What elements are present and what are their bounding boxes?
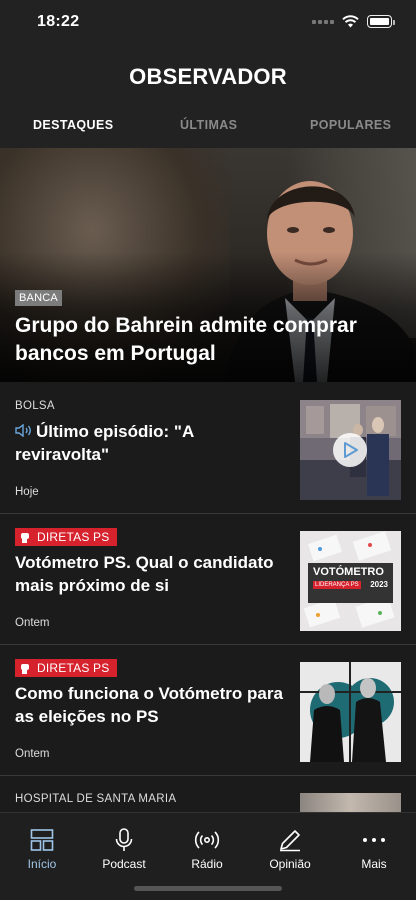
tabbar-item-podcast[interactable]: Podcast <box>89 827 159 871</box>
home-grid-icon <box>30 829 54 851</box>
article-title[interactable]: Como funciona o Votómetro para as eleiçõ… <box>15 682 290 728</box>
tabbar-item-inicio[interactable]: Início <box>7 827 77 871</box>
more-icon <box>363 838 385 842</box>
list-item[interactable]: BOLSA Último episódio: "A reviravolta" H… <box>0 383 416 514</box>
play-icon[interactable] <box>340 440 360 460</box>
tab-destaques[interactable]: DESTAQUES <box>33 118 113 132</box>
hero-title[interactable]: Grupo do Bahrein admite comprar bancos e… <box>15 312 405 368</box>
cellular-signal-icon <box>312 19 334 24</box>
article-time: Ontem <box>15 748 50 760</box>
tabbar-item-opiniao[interactable]: Opinião <box>255 827 325 871</box>
status-icons <box>312 15 395 28</box>
live-badge: DIRETAS PS <box>15 659 118 677</box>
wifi-icon <box>342 15 359 28</box>
hero-category-badge: BANCA <box>15 290 62 306</box>
speaker-icon <box>15 423 31 438</box>
article-time: Ontem <box>15 617 50 629</box>
candidates-photo <box>300 662 401 762</box>
pen-icon <box>280 830 300 852</box>
article-thumbnail[interactable] <box>300 662 401 762</box>
fist-icon <box>21 533 29 543</box>
tab-populares[interactable]: POPULARES <box>310 118 391 132</box>
tabbar-item-mais[interactable]: Mais <box>339 827 409 871</box>
fist-icon <box>21 664 29 674</box>
header: OBSERVADOR DESTAQUES ÚLTIMAS POPULARES <box>0 46 416 148</box>
section-tabs: DESTAQUES ÚLTIMAS POPULARES <box>0 118 416 138</box>
article-title[interactable]: Último episódio: "A reviravolta" <box>15 420 290 466</box>
tabbar-item-radio[interactable]: Rádio <box>172 827 242 871</box>
home-indicator[interactable] <box>134 886 282 891</box>
list-item[interactable]: HOSPITAL DE SANTA MARIA <box>0 776 416 816</box>
hero-article[interactable]: BANCA Grupo do Bahrein admite comprar ba… <box>0 148 416 382</box>
article-title[interactable]: Votómetro PS. Qual o candidato mais próx… <box>15 551 290 597</box>
article-thumbnail[interactable]: VOTÓMETRO LIDERANÇA PS 2023 <box>300 531 401 631</box>
list-item[interactable]: DIRETAS PS Como funciona o Votómetro par… <box>0 645 416 776</box>
status-bar: 18:22 <box>0 0 416 46</box>
status-time: 18:22 <box>37 13 80 30</box>
app-logo: OBSERVADOR <box>129 64 287 89</box>
live-badge: DIRETAS PS <box>15 528 118 546</box>
radio-icon <box>194 831 220 849</box>
battery-icon <box>367 15 395 28</box>
article-category: HOSPITAL DE SANTA MARIA <box>15 793 177 805</box>
article-thumbnail[interactable] <box>300 400 401 500</box>
article-time: Hoje <box>15 486 39 498</box>
microphone-icon <box>115 828 133 851</box>
bottom-tab-bar: Início Podcast Rádio Opinião Mais <box>0 812 416 900</box>
article-category: BOLSA <box>15 400 55 412</box>
list-item[interactable]: DIRETAS PS Votómetro PS. Qual o candidat… <box>0 514 416 645</box>
votometro-card: VOTÓMETRO LIDERANÇA PS 2023 <box>308 563 393 603</box>
tab-ultimas[interactable]: ÚLTIMAS <box>180 118 237 132</box>
